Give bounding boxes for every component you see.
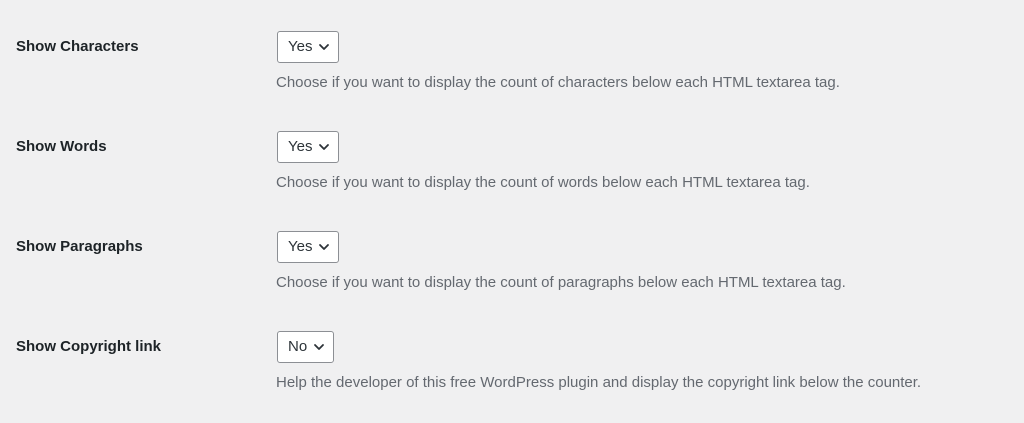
show-paragraphs-select[interactable]: Yes xyxy=(277,231,340,263)
setting-description-show-copyright-link: Help the developer of this free WordPres… xyxy=(276,374,922,391)
setting-description-show-paragraphs: Choose if you want to display the count … xyxy=(276,274,846,291)
show-words-select-value: Yes xyxy=(288,138,313,155)
setting-label-show-copyright-link: Show Copyright link xyxy=(16,338,161,355)
chevron-down-icon xyxy=(318,141,330,153)
chevron-down-icon xyxy=(318,241,330,253)
chevron-down-icon xyxy=(318,41,330,53)
setting-description-show-words: Choose if you want to display the count … xyxy=(276,174,810,191)
chevron-down-icon xyxy=(313,341,325,353)
setting-label-show-characters: Show Characters xyxy=(16,38,139,55)
setting-row-show-paragraphs: Show Paragraphs Yes Choose if you want t… xyxy=(0,200,1024,300)
settings-table: Show Characters Yes Choose if you want t… xyxy=(0,0,1024,400)
setting-row-show-characters: Show Characters Yes Choose if you want t… xyxy=(0,0,1024,100)
show-words-select[interactable]: Yes xyxy=(277,131,340,163)
show-characters-select-value: Yes xyxy=(288,38,313,55)
setting-row-show-copyright-link: Show Copyright link No Help the develope… xyxy=(0,300,1024,400)
show-characters-select[interactable]: Yes xyxy=(277,31,340,63)
setting-description-show-characters: Choose if you want to display the count … xyxy=(276,74,840,91)
setting-row-show-words: Show Words Yes Choose if you want to dis… xyxy=(0,100,1024,200)
show-copyright-link-select-value: No xyxy=(288,338,308,355)
setting-label-show-paragraphs: Show Paragraphs xyxy=(16,238,143,255)
show-paragraphs-select-value: Yes xyxy=(288,238,313,255)
setting-label-show-words: Show Words xyxy=(16,138,107,155)
show-copyright-link-select[interactable]: No xyxy=(277,331,335,363)
